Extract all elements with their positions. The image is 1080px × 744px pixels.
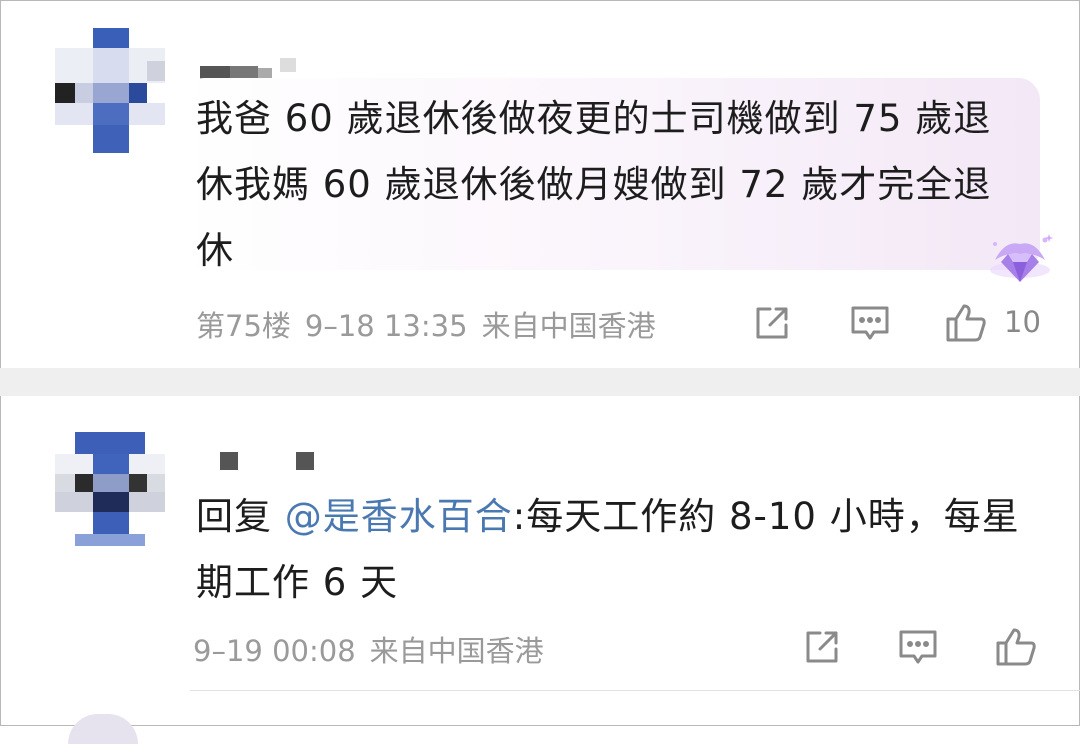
like-count: 10 xyxy=(1004,305,1041,339)
comment-time: 9–18 13:35 xyxy=(304,309,468,343)
comment-meta: 9–19 00:08 来自中国香港 xyxy=(193,628,558,670)
comment-icon[interactable] xyxy=(896,625,940,669)
thumbs-up-icon[interactable] xyxy=(994,625,1038,669)
share-icon[interactable] xyxy=(800,625,844,669)
comment-icon[interactable] xyxy=(848,301,892,345)
comment-time: 9–19 00:08 xyxy=(193,634,356,668)
divider xyxy=(190,690,1080,691)
avatar[interactable] xyxy=(68,714,138,744)
avatar[interactable] xyxy=(55,432,165,562)
comment-location: 来自中国香港 xyxy=(481,309,656,343)
comment-separator xyxy=(0,368,1080,396)
comment-item: 我爸 60 歲退休後做夜更的士司機做到 75 歲退休我媽 60 歲退休後做月嫂做… xyxy=(0,0,1080,368)
share-icon[interactable] xyxy=(750,301,794,345)
username-blurred[interactable] xyxy=(220,452,320,472)
floor-number: 第75楼 xyxy=(196,309,291,343)
avatar[interactable] xyxy=(55,25,165,155)
reply-prefix: 回复 xyxy=(196,495,272,538)
comment-text: 我爸 60 歲退休後做夜更的士司機做到 75 歲退休我媽 60 歲退休後做月嫂做… xyxy=(196,97,992,272)
reply-text: 回复 @是香水百合:每天工作約 8-10 小時，每星期工作 6 天 xyxy=(196,484,1046,616)
comment-meta: 第75楼 9–18 13:35 来自中国香港 xyxy=(196,303,670,345)
thumbs-up-icon[interactable] xyxy=(944,301,988,345)
mention-link[interactable]: @是香水百合 xyxy=(285,495,513,538)
diamond-crown-badge-icon xyxy=(985,230,1055,290)
comment-location: 来自中国香港 xyxy=(369,634,544,668)
